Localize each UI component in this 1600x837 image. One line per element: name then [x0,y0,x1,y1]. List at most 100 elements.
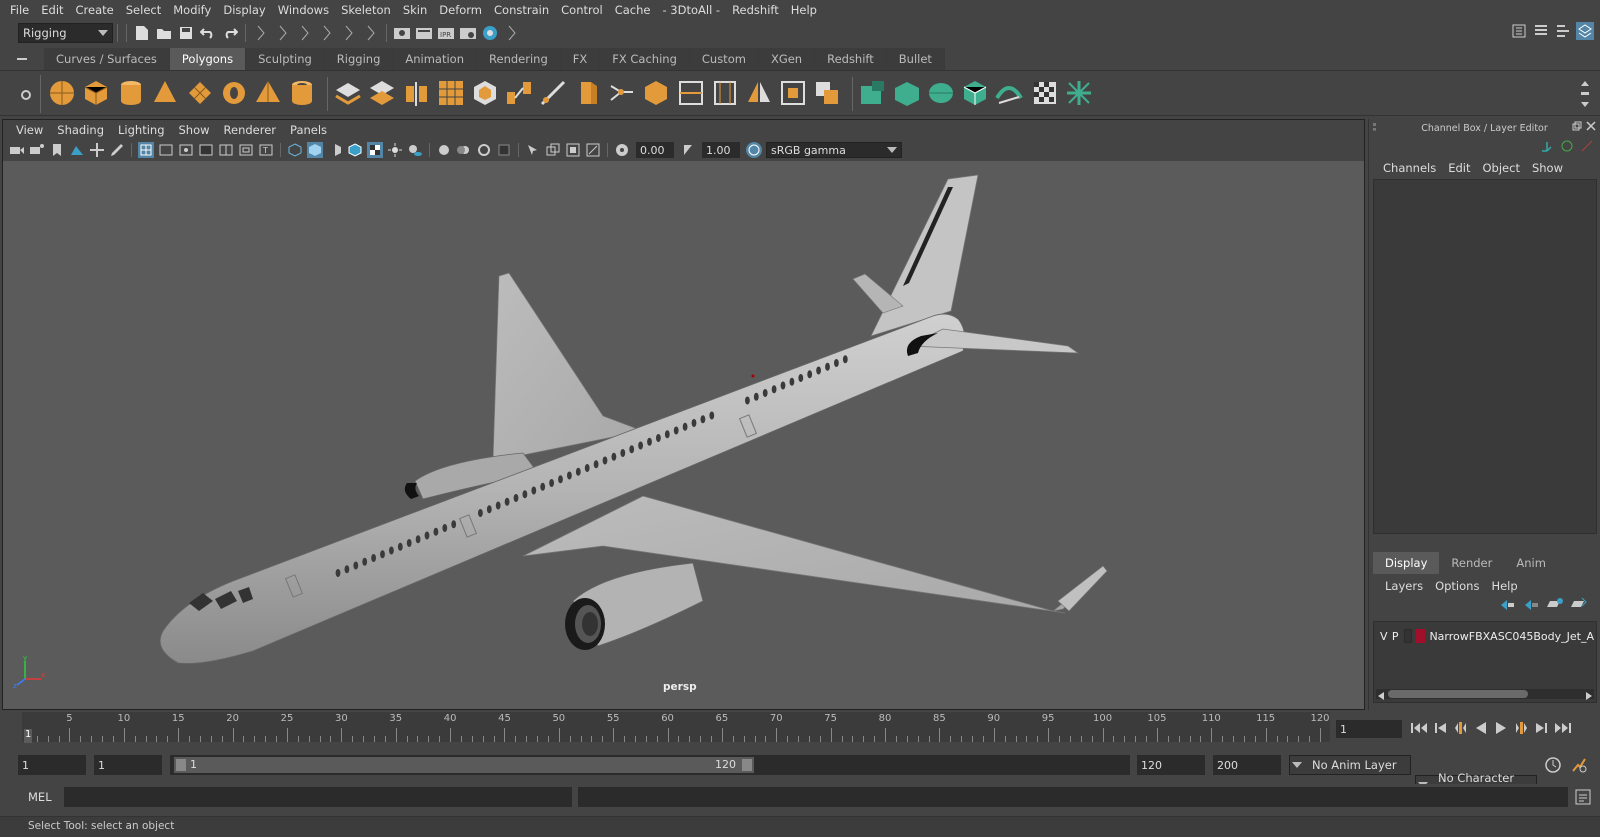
gamma-field[interactable]: 1.00 [702,142,740,158]
shelf-tab-rendering[interactable]: Rendering [477,48,561,70]
safe-title-icon[interactable]: T [258,142,274,158]
field-chart-icon[interactable] [218,142,234,158]
shelf-tab-fx-caching[interactable]: FX Caching [600,48,690,70]
planar-map-icon[interactable] [892,78,922,108]
menu-modify[interactable]: Modify [167,3,217,17]
playback-start-field[interactable]: 1 [94,755,162,775]
step-back-key-icon[interactable] [1454,721,1468,738]
move-layer-down-icon[interactable] [1523,597,1539,614]
menu-constrain[interactable]: Constrain [488,3,555,17]
mirror-icon[interactable] [744,78,774,108]
menu-redshift[interactable]: Redshift [726,3,785,17]
range-end-grip[interactable] [742,759,752,771]
render-view-icon[interactable] [393,24,411,42]
shadows-icon[interactable] [407,142,423,158]
layer-name[interactable]: NarrowFBXASC045Body_Jet_A [1429,630,1594,643]
animation-end-field[interactable]: 200 [1213,755,1281,775]
time-ruler[interactable]: 5 10 15 20 25 30 35 40 45 50 55 60 65 70 75 80 85 90 95 100… [22,712,1330,742]
shelf-menu-icon[interactable] [0,48,44,70]
layer-menu-layers[interactable]: Layers [1379,579,1429,593]
poly-pyramid-icon[interactable] [253,78,283,108]
anti-aliasing-icon[interactable] [476,142,492,158]
menu-cache[interactable]: Cache [609,3,657,17]
bridge-icon[interactable] [504,78,534,108]
anim-layer-dropdown[interactable]: No Anim Layer [1289,755,1411,775]
wireframe-icon[interactable] [287,142,303,158]
select-component-icon[interactable] [318,24,336,42]
render-settings-icon[interactable] [459,24,477,42]
select-camera-icon[interactable] [9,142,25,158]
channel-box-toggle-icon[interactable] [1576,22,1594,40]
uv-layout-icon[interactable] [858,78,888,108]
channel-box-menu-object[interactable]: Object [1477,161,1526,175]
default-material-icon[interactable] [327,142,343,158]
viewport-menu-panels[interactable]: Panels [283,123,334,137]
poly-plane-icon[interactable] [185,78,215,108]
menu-file[interactable]: File [4,3,35,17]
undo-icon[interactable] [199,24,217,42]
range-start-grip[interactable] [176,759,186,771]
selection-mask-icon[interactable] [252,24,270,42]
ipr-render-icon[interactable]: IPR [437,24,455,42]
append-polygon-icon[interactable] [641,78,671,108]
automatic-map-icon[interactable] [960,78,990,108]
resolution-gate-icon[interactable] [178,142,194,158]
tool-settings-toggle-icon[interactable] [1554,22,1572,40]
shelf-settings-icon[interactable] [20,89,32,104]
script-editor-icon[interactable] [1574,788,1592,809]
layer-tab-anim[interactable]: Anim [1504,552,1558,574]
poly-cube-icon[interactable] [81,78,111,108]
shelf-tab-custom[interactable]: Custom [689,48,759,70]
menu-3dtoall[interactable]: - 3DtoAll - [656,3,726,17]
shelf-tab-bullet[interactable]: Bullet [886,48,945,70]
target-weld-icon[interactable] [607,78,637,108]
open-scene-icon[interactable] [155,24,173,42]
render-frame-icon[interactable] [415,24,433,42]
attribute-editor-toggle-icon[interactable] [1532,22,1550,40]
menu-control[interactable]: Control [555,3,609,17]
hyperbolic-icon[interactable] [1580,139,1594,156]
viewport-menu-view[interactable]: View [9,123,50,137]
sew-uv-icon[interactable] [994,78,1024,108]
scroll-right-icon[interactable] [1586,690,1592,703]
screen-space-ao-icon[interactable] [436,142,452,158]
channel-box-body[interactable] [1373,179,1597,534]
close-panel-icon[interactable] [1586,121,1596,134]
extrude-icon[interactable] [573,78,603,108]
isolate-select-icon[interactable] [525,142,541,158]
history-icon[interactable] [362,24,380,42]
viewport-menu-lighting[interactable]: Lighting [111,123,171,137]
manipulator-icon[interactable] [1540,139,1554,156]
command-language-button[interactable]: MEL [28,790,52,804]
menu-set-dropdown[interactable]: Rigging [18,23,113,43]
combine-icon[interactable] [333,78,363,108]
xray-components-icon[interactable] [585,142,601,158]
shelf-tab-sculpting[interactable]: Sculpting [246,48,325,70]
extract-icon[interactable] [402,78,432,108]
shelf-tab-redshift[interactable]: Redshift [815,48,887,70]
wireframe-on-shaded-icon[interactable] [347,142,363,158]
menu-help[interactable]: Help [785,3,823,17]
new-empty-layer-icon[interactable] [1547,597,1563,614]
smooth-icon[interactable] [436,78,466,108]
layer-color-swatch[interactable] [1416,629,1426,643]
smooth-shade-icon[interactable] [307,142,323,158]
viewport-menu-renderer[interactable]: Renderer [217,123,284,137]
channel-box-menu-show[interactable]: Show [1526,161,1569,175]
shelf-tab-polygons[interactable]: Polygons [169,48,247,70]
color-management-icon[interactable] [746,142,762,158]
uv-editor-icon[interactable] [1064,78,1094,108]
multi-cut-icon[interactable] [538,78,568,108]
step-forward-key-icon[interactable] [1514,721,1528,738]
poly-cylinder-icon[interactable] [116,78,146,108]
hypershade-icon[interactable] [481,24,499,42]
depth-of-field-icon[interactable] [496,142,512,158]
quad-draw-icon[interactable] [778,78,808,108]
layer-tab-render[interactable]: Render [1439,552,1504,574]
xray-icon[interactable] [545,142,561,158]
viewport-menu-shading[interactable]: Shading [50,123,111,137]
redo-icon[interactable] [221,24,239,42]
gamma-icon[interactable] [680,142,696,158]
play-backwards-icon[interactable] [1474,721,1488,738]
shelf-tab-animation[interactable]: Animation [393,48,478,70]
